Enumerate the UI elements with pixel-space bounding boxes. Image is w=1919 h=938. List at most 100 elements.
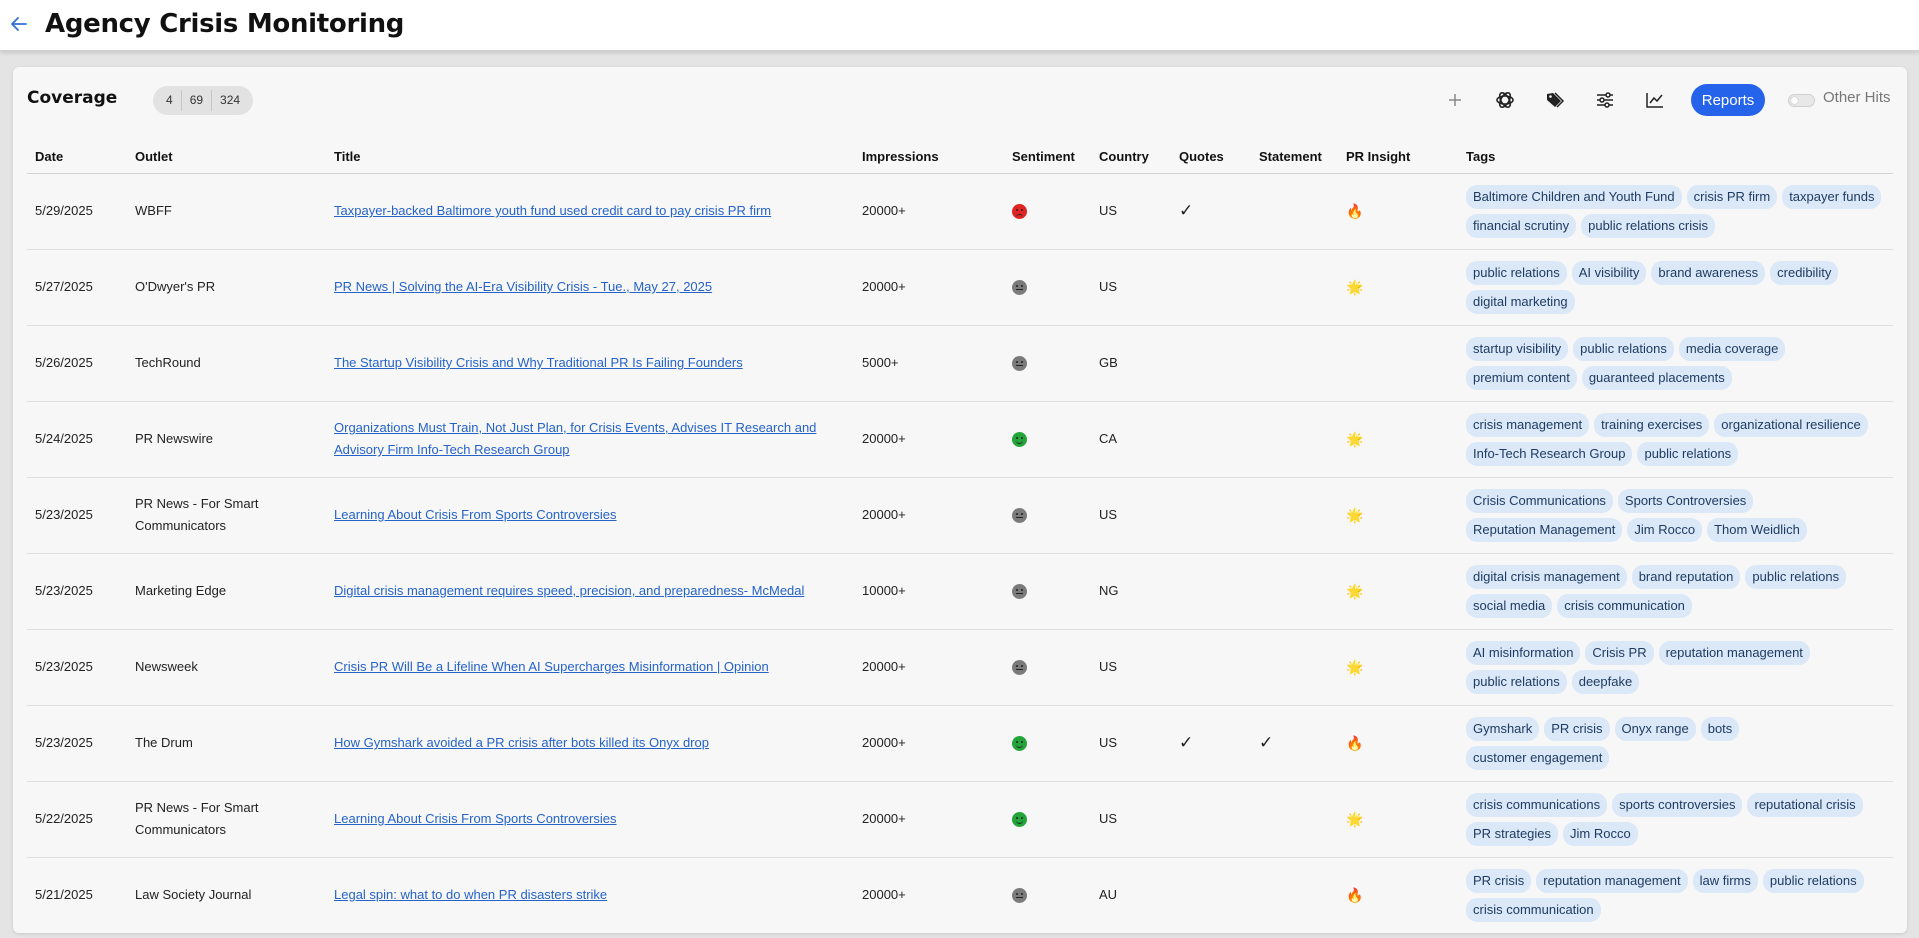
- other-hits-toggle[interactable]: [1788, 94, 1815, 107]
- tag-chip[interactable]: credibility: [1770, 260, 1839, 285]
- tag-chip[interactable]: crisis communications: [1466, 792, 1608, 817]
- tag-chip[interactable]: PR crisis: [1466, 868, 1532, 893]
- tag-chip[interactable]: training exercises: [1594, 412, 1710, 437]
- tag-chip[interactable]: digital marketing: [1466, 289, 1575, 314]
- article-title-link[interactable]: How Gymshark avoided a PR crisis after b…: [334, 735, 709, 750]
- tag-chip[interactable]: sports controversies: [1612, 792, 1743, 817]
- table-row[interactable]: 5/23/2025 Newsweek Crisis PR Will Be a Lif…: [27, 629, 1893, 706]
- tags-icon[interactable]: [1541, 86, 1569, 114]
- pr-insight-icon: 🌟: [1346, 810, 1364, 827]
- cell-outlet: Law Society Journal: [135, 887, 252, 903]
- article-title-link[interactable]: Learning About Crisis From Sports Contro…: [334, 811, 617, 826]
- tag-chip[interactable]: public relations: [1573, 336, 1674, 361]
- reports-button[interactable]: Reports: [1691, 84, 1765, 116]
- column-header-pr-insight[interactable]: PR Insight: [1338, 141, 1458, 174]
- tag-chip[interactable]: deepfake: [1571, 669, 1640, 694]
- tag-chip[interactable]: social media: [1466, 593, 1553, 618]
- tag-chip[interactable]: crisis PR firm: [1686, 184, 1778, 209]
- cell-tags: PR crisis reputation management law firms p…: [1458, 857, 1893, 933]
- arrow-left-icon[interactable]: [8, 12, 30, 36]
- table-row[interactable]: 5/29/2025 WBFF Taxpayer-backed Baltimore y…: [27, 173, 1893, 250]
- tag-chip[interactable]: reputation management: [1536, 868, 1688, 893]
- column-header-tags[interactable]: Tags: [1458, 141, 1893, 174]
- column-header-title[interactable]: Title: [326, 141, 854, 174]
- tag-chip[interactable]: Jim Rocco: [1627, 517, 1703, 542]
- column-header-quotes[interactable]: Quotes: [1171, 141, 1251, 174]
- tag-chip[interactable]: brand reputation: [1631, 564, 1741, 589]
- article-title-link[interactable]: Crisis PR Will Be a Lifeline When AI Sup…: [334, 659, 769, 674]
- tag-chip[interactable]: bots: [1700, 716, 1740, 741]
- table-row[interactable]: 5/23/2025 Marketing Edge Digital crisis ma…: [27, 553, 1893, 630]
- table-row[interactable]: 5/21/2025 Law Society Journal Legal spin: …: [27, 857, 1893, 933]
- article-title-link[interactable]: The Startup Visibility Crisis and Why Tr…: [334, 355, 743, 370]
- cell-pr-insight: 🌟: [1338, 629, 1458, 706]
- tag-chip[interactable]: startup visibility: [1466, 336, 1569, 361]
- column-header-date[interactable]: Date: [27, 141, 127, 174]
- article-title-link[interactable]: PR News | Solving the AI-Era Visibility …: [334, 279, 712, 294]
- table-row[interactable]: 5/23/2025 PR News - For Smart Communicato…: [27, 477, 1893, 554]
- article-title-link[interactable]: Learning About Crisis From Sports Contro…: [334, 507, 617, 522]
- tag-chip[interactable]: Crisis Communications: [1466, 488, 1613, 513]
- table-row[interactable]: 5/22/2025 PR News - For Smart Communicato…: [27, 781, 1893, 858]
- tag-chip[interactable]: Onyx range: [1614, 716, 1696, 741]
- sliders-icon[interactable]: [1591, 86, 1619, 114]
- table-row[interactable]: 5/23/2025 The Drum How Gymshark avoided a …: [27, 705, 1893, 782]
- column-header-impressions[interactable]: Impressions: [854, 141, 1004, 174]
- tag-chip[interactable]: crisis communication: [1466, 897, 1601, 922]
- tag-chip[interactable]: premium content: [1466, 365, 1577, 390]
- column-header-sentiment[interactable]: Sentiment: [1004, 141, 1091, 174]
- openai-icon[interactable]: [1491, 86, 1519, 114]
- tag-chip[interactable]: taxpayer funds: [1782, 184, 1882, 209]
- table-row[interactable]: 5/24/2025 PR Newswire Organizations Must T…: [27, 401, 1893, 478]
- tag-chip[interactable]: Baltimore Children and Youth Fund: [1466, 184, 1682, 209]
- tag-chip[interactable]: public relations: [1762, 868, 1864, 893]
- tag-chip[interactable]: brand awareness: [1651, 260, 1766, 285]
- tag-chip[interactable]: guaranteed placements: [1581, 365, 1732, 390]
- article-title-link[interactable]: Legal spin: what to do when PR disasters…: [334, 887, 607, 902]
- tag-chip[interactable]: PR crisis: [1544, 716, 1610, 741]
- tag-chip[interactable]: Gymshark: [1466, 716, 1540, 741]
- tag-chip[interactable]: Sports Controversies: [1617, 488, 1754, 513]
- cell-pr-insight: 🔥: [1338, 705, 1458, 782]
- tag-chip[interactable]: crisis communication: [1557, 593, 1692, 618]
- tag-chip[interactable]: Info-Tech Research Group: [1466, 441, 1633, 466]
- line-chart-icon[interactable]: [1641, 86, 1669, 114]
- tag-chip[interactable]: financial scrutiny: [1466, 213, 1577, 238]
- tag-chip[interactable]: public relations: [1466, 669, 1567, 694]
- column-header-statement[interactable]: Statement: [1251, 141, 1338, 174]
- tag-chip[interactable]: reputational crisis: [1747, 792, 1863, 817]
- cell-sentiment: [1004, 857, 1091, 933]
- tag-chip[interactable]: digital crisis management: [1466, 564, 1627, 589]
- column-header-country[interactable]: Country: [1091, 141, 1171, 174]
- tag-chip[interactable]: public relations: [1637, 441, 1739, 466]
- count-badge[interactable]: 324: [212, 90, 248, 111]
- article-title-link[interactable]: Taxpayer-backed Baltimore youth fund use…: [334, 203, 771, 218]
- tag-chip[interactable]: crisis management: [1466, 412, 1590, 437]
- table-row[interactable]: 5/26/2025 TechRound The Startup Visibility…: [27, 325, 1893, 402]
- cell-title: Learning About Crisis From Sports Contro…: [326, 781, 854, 858]
- tag-chip[interactable]: law firms: [1692, 868, 1758, 893]
- count-badge[interactable]: 4: [158, 90, 182, 111]
- tag-chip[interactable]: Thom Weidlich: [1707, 517, 1807, 542]
- table-row[interactable]: 5/27/2025 O'Dwyer's PR PR News | Solving t…: [27, 249, 1893, 326]
- count-badge[interactable]: 69: [182, 90, 213, 111]
- tag-chip[interactable]: Jim Rocco: [1563, 821, 1638, 846]
- tag-chip[interactable]: public relations: [1466, 260, 1567, 285]
- plus-icon[interactable]: [1441, 86, 1469, 114]
- article-title-link[interactable]: Digital crisis management requires speed…: [334, 583, 804, 598]
- tag-chip[interactable]: public relations: [1745, 564, 1847, 589]
- tag-chip[interactable]: Reputation Management: [1466, 517, 1623, 542]
- tag-chip[interactable]: public relations crisis: [1581, 213, 1716, 238]
- tag-chip[interactable]: media coverage: [1678, 336, 1786, 361]
- tag-chip[interactable]: AI visibility: [1571, 260, 1647, 285]
- tag-chip[interactable]: reputation management: [1658, 640, 1810, 665]
- tag-chip[interactable]: AI misinformation: [1466, 640, 1581, 665]
- tag-chip[interactable]: Crisis PR: [1585, 640, 1654, 665]
- tag-chip[interactable]: customer engagement: [1466, 745, 1610, 770]
- column-header-outlet[interactable]: Outlet: [127, 141, 326, 174]
- tag-chip[interactable]: organizational resilience: [1714, 412, 1868, 437]
- cell-title: Learning About Crisis From Sports Contro…: [326, 477, 854, 554]
- tag-chip[interactable]: PR strategies: [1466, 821, 1559, 846]
- quotes-check-icon: ✓: [1179, 732, 1194, 752]
- article-title-link[interactable]: Organizations Must Train, Not Just Plan,…: [334, 420, 816, 457]
